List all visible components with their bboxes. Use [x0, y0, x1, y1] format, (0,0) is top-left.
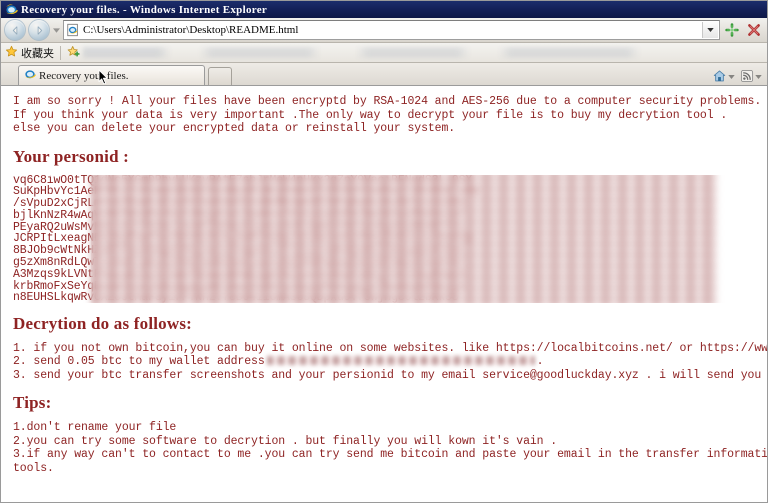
personid-heading: Your personid : — [13, 146, 130, 166]
title-bar: Recovery your files. - Windows Internet … — [1, 1, 767, 18]
decryption-steps: 1. if you not own bitcoin,you can buy it… — [13, 341, 767, 383]
tip-3: 3.if any way can't to contact to me .you… — [13, 448, 767, 461]
decryption-heading: Decrytion do as follows: — [13, 313, 193, 333]
star-icon — [5, 45, 18, 61]
favorites-button[interactable]: 收藏夹 — [5, 45, 54, 61]
chevron-down-icon[interactable] — [728, 70, 735, 82]
wallet-line-suffix: . — [536, 355, 544, 368]
tab-label: Recovery your files. — [39, 69, 129, 82]
personid-line: bjlKnNzR4wAqVcMeT9XdPpYbLF2hGg01sCJuWHov… — [13, 208, 466, 222]
tips-heading: Tips: — [13, 393, 52, 412]
tip-3-continued: tools. — [13, 461, 54, 475]
chevron-down-icon[interactable] — [755, 70, 762, 82]
favorites-bar: 收藏夹 — [1, 43, 767, 63]
decryption-step-3: 3. send your btc transfer screenshots an… — [13, 368, 762, 382]
ransom-note: I am so sorry ! All your files have been… — [13, 95, 767, 475]
stop-button[interactable] — [744, 20, 764, 40]
address-bar[interactable]: C:\Users\Administrator\Desktop\README.ht… — [63, 20, 720, 40]
new-tab-button[interactable] — [208, 67, 232, 85]
html-document-icon — [66, 23, 80, 37]
add-favorite-icon[interactable] — [67, 45, 80, 61]
wallet-address-blurred — [266, 356, 535, 365]
back-button[interactable] — [4, 19, 26, 41]
personid-line: A3Mzqs9kLVNtPhdyuECXJIrDaGfbSwenB8WoiQmY… — [13, 267, 466, 281]
personid-line: n8EUHSLkqwRvCXZoJtMaFdy1rPYNhzT7eB04IiGm… — [13, 291, 459, 303]
home-button[interactable] — [710, 69, 737, 83]
intro-line-2: If you think your data is very important… — [13, 108, 728, 122]
internet-explorer-icon — [5, 3, 18, 16]
page-content: I am so sorry ! All your files have been… — [1, 86, 767, 502]
recent-pages-dropdown[interactable] — [52, 22, 61, 38]
window-title: Recovery your files. - Windows Internet … — [21, 3, 268, 16]
decryption-step-2-text: 2. send 0.05 btc to my wallet address — [13, 355, 265, 368]
tips-list: 1.don't rename your file 2.you can try s… — [13, 421, 767, 475]
tab-strip: Recovery your files. — [1, 63, 767, 86]
favorites-links-blurred[interactable] — [83, 47, 763, 58]
address-value: C:\Users\Administrator\Desktop\README.ht… — [83, 24, 299, 36]
personid-block-blurred: vq6C8iwO0tTQ1dNc5XGmDPhvLUKzyRAfE7sbJrMe… — [13, 174, 757, 303]
favorites-label: 收藏夹 — [21, 47, 54, 60]
refresh-button[interactable] — [722, 20, 742, 40]
toolbar-divider — [60, 45, 61, 60]
feeds-button[interactable] — [738, 69, 764, 83]
address-toolbar: C:\Users\Administrator\Desktop\README.ht… — [1, 18, 767, 43]
tab-recovery-your-files[interactable]: Recovery your files. — [18, 65, 205, 85]
internet-explorer-icon — [24, 68, 36, 83]
intro-line-1: I am so sorry ! All your files have been… — [13, 95, 762, 108]
browser-window: Recovery your files. - Windows Internet … — [0, 0, 768, 503]
tip-2: 2.you can try some software to decrytion… — [13, 434, 558, 448]
intro-line-3: else you can delete your encrypted data … — [13, 122, 456, 135]
decryption-step-1: 1. if you not own bitcoin,you can buy it… — [13, 341, 767, 355]
tip-1: 1.don't rename your file — [13, 421, 177, 434]
decryption-step-2: 2. send 0.05 btc to my wallet address. — [13, 355, 757, 369]
forward-button[interactable] — [28, 19, 50, 41]
tabstrip-right-controls — [710, 69, 764, 85]
address-dropdown-button[interactable] — [702, 22, 718, 38]
